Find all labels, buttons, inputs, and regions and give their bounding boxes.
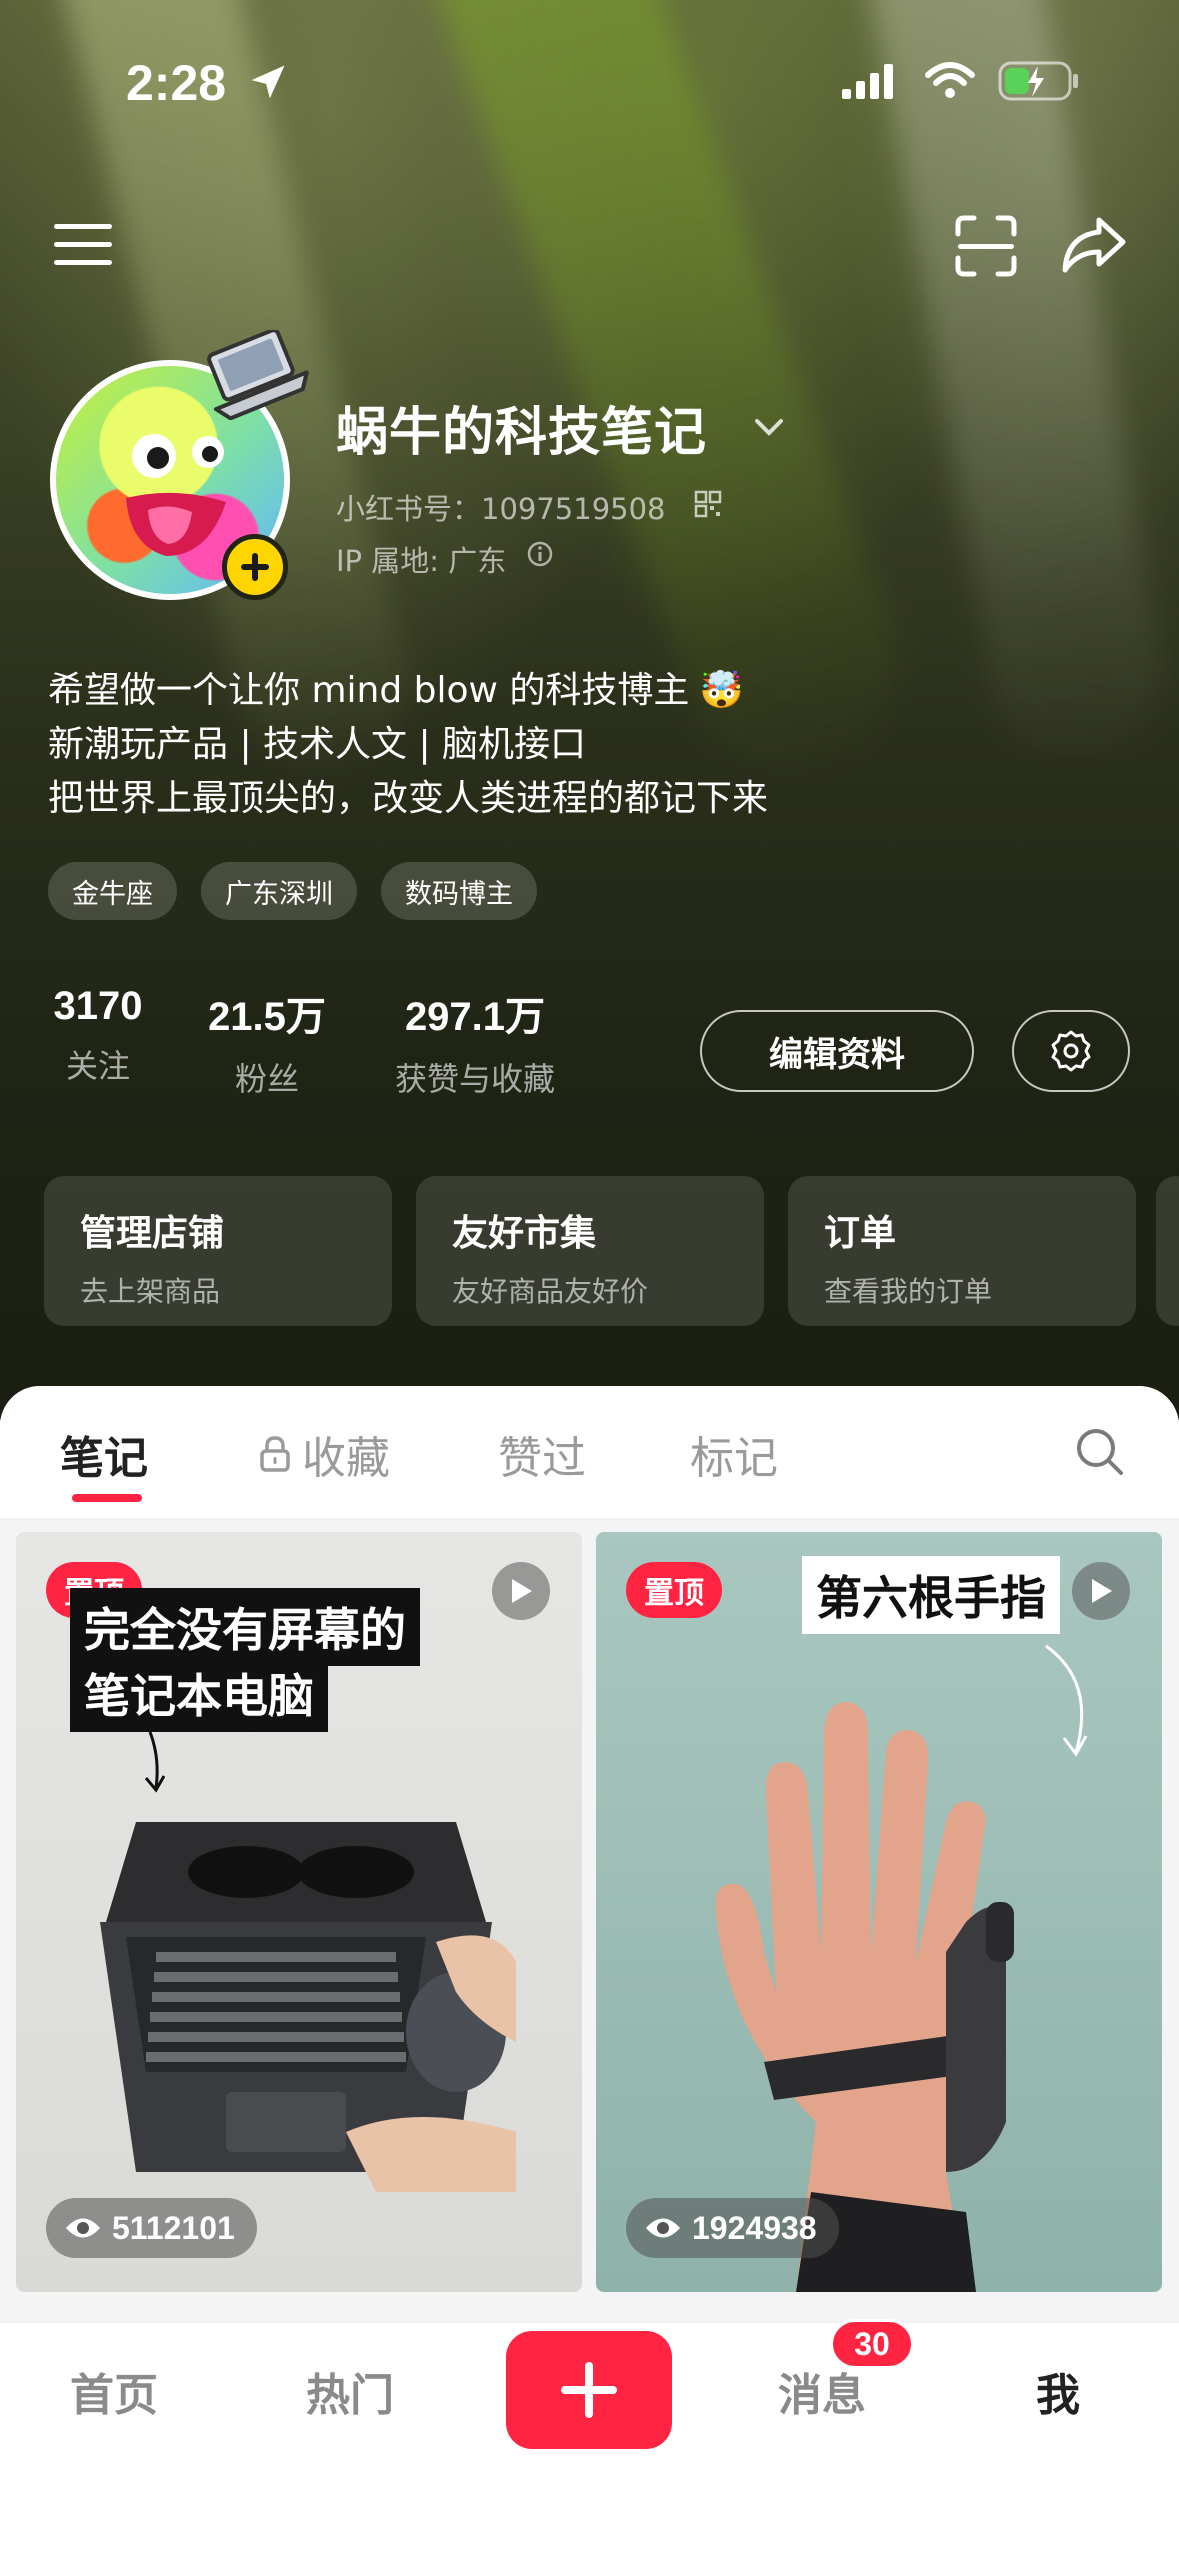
stat-following-label: 关注 xyxy=(65,1047,130,1085)
content-tabs: 笔记 收藏 赞过 标记 xyxy=(0,1386,1179,1518)
bio-line: 新潮玩产品 | 技术人文 | 脑机接口 xyxy=(48,724,587,765)
laptop-sticker-icon xyxy=(207,330,309,420)
stat-likes[interactable]: 297.1万 获赞与收藏 xyxy=(380,984,570,1100)
stat-fans-label: 粉丝 xyxy=(234,1060,299,1098)
menu-button[interactable] xyxy=(48,210,118,280)
gear-icon xyxy=(1051,1030,1091,1072)
tag-location[interactable]: 广东深圳 xyxy=(201,862,357,920)
bio-line: 希望做一个让你 mind blow 的科技博主 🤯 xyxy=(48,664,768,718)
redbook-id: 小红书号：1097519508 xyxy=(336,492,666,526)
card-subtitle: 去上架商品 xyxy=(80,1275,221,1308)
profile-page: 2:28 蜗牛的科技笔记 小红书号：1097519508 IP 属地: 广东 希… xyxy=(0,0,1179,2556)
info-icon[interactable] xyxy=(526,540,554,568)
card-title: 管理店铺 xyxy=(80,1213,225,1254)
card-subtitle: 友好商品友好价 xyxy=(452,1275,649,1308)
eye-icon xyxy=(646,2218,680,2238)
cellular-signal-icon xyxy=(842,64,893,99)
plus-icon xyxy=(241,553,269,581)
tab-liked[interactable]: 赞过 xyxy=(498,1422,586,1486)
scan-button[interactable] xyxy=(950,210,1022,282)
qr-code-icon[interactable] xyxy=(694,490,722,518)
tab-collections[interactable]: 收藏 xyxy=(258,1422,390,1486)
chevron-down-icon[interactable] xyxy=(752,412,786,442)
messages-badge: 30 xyxy=(830,2319,914,2369)
card-subtitle: 查看我的订单 xyxy=(824,1275,993,1308)
tab-collections-label: 收藏 xyxy=(302,1433,390,1484)
card-friendly-market[interactable]: 友好市集 友好商品友好价 xyxy=(416,1176,764,1326)
note-card[interactable]: 置顶 完全没有屏幕的 笔记本电脑 5112101 xyxy=(16,1532,582,2292)
card-title: 订单 xyxy=(824,1213,897,1254)
active-tab-indicator xyxy=(72,1494,142,1502)
view-count: 1924938 xyxy=(626,2198,839,2258)
stat-fans-value: 21.5万 xyxy=(208,995,326,1039)
ip-location: IP 属地: 广东 xyxy=(336,544,507,578)
view-count: 5112101 xyxy=(46,2198,257,2258)
location-arrow-icon xyxy=(251,65,285,99)
view-count-value: 5112101 xyxy=(112,2209,235,2246)
pinned-badge: 置顶 xyxy=(626,1562,722,1618)
status-time: 2:28 xyxy=(126,54,290,112)
edit-profile-button[interactable]: 编辑资料 xyxy=(700,1010,974,1092)
stat-following-value: 3170 xyxy=(53,984,143,1028)
mind-blown-emoji: 🤯 xyxy=(699,670,745,711)
tab-marked[interactable]: 标记 xyxy=(690,1422,778,1486)
nav-me[interactable]: 我 xyxy=(1036,2359,1080,2423)
tab-notes[interactable]: 笔记 xyxy=(60,1422,148,1486)
search-icon[interactable] xyxy=(1074,1426,1126,1478)
card-title: 友好市集 xyxy=(452,1213,597,1254)
plus-icon xyxy=(561,2362,617,2418)
note-card[interactable]: 置顶 第六根手指 1924938 xyxy=(596,1532,1162,2292)
view-count-value: 1924938 xyxy=(692,2209,817,2246)
create-post-button[interactable] xyxy=(506,2331,672,2449)
bottom-nav: 首页 热门 消息 30 我 xyxy=(0,2319,1179,2556)
nav-hot[interactable]: 热门 xyxy=(306,2359,394,2423)
settings-button[interactable] xyxy=(1012,1010,1130,1092)
bio-line: 把世界上最顶尖的，改变人类进程的都记下来 xyxy=(48,778,769,819)
menu-icon xyxy=(54,224,112,265)
screenless-laptop-photo xyxy=(100,1822,516,2192)
tag-category[interactable]: 数码博主 xyxy=(381,862,537,920)
arrow-curved-icon xyxy=(1045,1644,1088,1757)
stat-fans[interactable]: 21.5万 粉丝 xyxy=(194,984,340,1100)
wifi-icon xyxy=(925,62,975,98)
shortcut-cards: 管理店铺 去上架商品 友好市集 友好商品友好价 订单 查看我的订单 xyxy=(44,1176,1136,1326)
scan-icon xyxy=(955,215,1017,277)
card-orders[interactable]: 订单 查看我的订单 xyxy=(788,1176,1136,1326)
battery-charging-icon xyxy=(998,61,1078,101)
stat-following[interactable]: 3170 关注 xyxy=(48,984,148,1087)
status-icons xyxy=(840,60,1080,102)
arrow-down-icon xyxy=(144,1731,166,1793)
bio: 希望做一个让你 mind blow 的科技博主 🤯 新潮玩产品 | 技术人文 | … xyxy=(48,664,768,826)
card-manage-shop[interactable]: 管理店铺 去上架商品 xyxy=(44,1176,392,1326)
share-icon xyxy=(1062,217,1126,273)
tag-zodiac[interactable]: 金牛座 xyxy=(48,862,177,920)
note-caption: 第六根手指 xyxy=(802,1556,1060,1634)
lock-icon xyxy=(260,1436,290,1472)
stat-likes-value: 297.1万 xyxy=(404,995,546,1039)
note-caption: 笔记本电脑 xyxy=(70,1654,328,1732)
add-avatar-button[interactable] xyxy=(222,534,288,600)
share-button[interactable] xyxy=(1056,208,1132,280)
stat-likes-label: 获赞与收藏 xyxy=(394,1060,555,1098)
eye-icon xyxy=(66,2218,100,2238)
video-play-icon xyxy=(1072,1562,1130,1620)
nickname[interactable]: 蜗牛的科技笔记 xyxy=(336,390,707,465)
nav-home[interactable]: 首页 xyxy=(70,2359,158,2423)
profile-tags: 金牛座 广东深圳 数码博主 xyxy=(48,862,537,920)
video-play-icon xyxy=(492,1562,550,1620)
card-next-peek[interactable] xyxy=(1156,1176,1179,1326)
